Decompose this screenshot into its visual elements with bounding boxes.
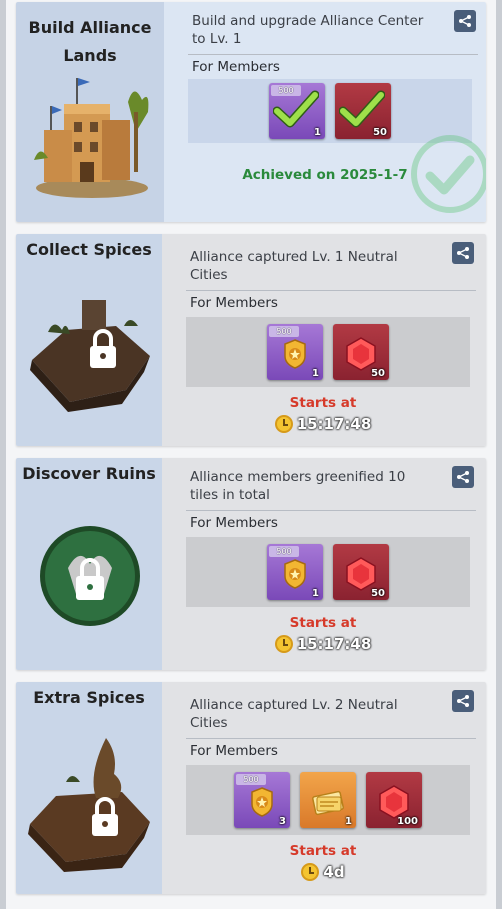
quest-art-panel: Discover Ruins [16, 458, 162, 670]
quest-description: Build and upgrade Alliance Center to Lv.… [192, 13, 424, 47]
timer-value: 4d [323, 863, 345, 881]
rewards-box: 500 1 50 [186, 317, 470, 387]
clock-icon [274, 635, 293, 653]
divider [186, 510, 476, 511]
rewards-box: 500 1 50 [186, 537, 470, 607]
countdown-timer: 4d [170, 863, 476, 881]
divider [186, 290, 476, 291]
quest-title: Collect Spices [26, 240, 152, 259]
share-button[interactable] [454, 10, 476, 32]
quest-card-collect-spices: Collect Spices Alliance captured Lv. 1 N… [16, 234, 486, 446]
share-button[interactable] [452, 242, 474, 264]
reward-item-badge[interactable]: 500 3 [234, 772, 290, 828]
quest-description: Alliance members greenified 10 tiles in … [190, 469, 406, 503]
item-count: 1 [345, 816, 352, 827]
reward-item-ruby[interactable]: 50 [333, 324, 389, 380]
island-ruins-icon [28, 738, 150, 872]
divider [186, 738, 476, 739]
check-icon [273, 90, 319, 128]
reward-item-ruby[interactable]: 100 [366, 772, 422, 828]
members-label: For Members [192, 59, 280, 75]
item-count: 1 [312, 588, 319, 599]
share-button[interactable] [452, 690, 474, 712]
reward-item-badge[interactable]: 500 1 [267, 544, 323, 600]
members-label: For Members [190, 515, 278, 531]
quest-title: Build Alliance Lands [28, 18, 152, 65]
scroll-icon [312, 790, 344, 816]
share-icon [457, 695, 469, 707]
share-icon [457, 471, 469, 483]
item-count: 100 [397, 816, 418, 827]
greenify-icon [40, 526, 140, 626]
reward-item-scroll[interactable]: 1 [300, 772, 356, 828]
quest-title: Discover Ruins [22, 464, 156, 483]
share-icon [457, 247, 469, 259]
quest-art-panel: Extra Spices [16, 682, 162, 894]
check-icon [339, 90, 385, 128]
share-button[interactable] [452, 466, 474, 488]
item-count: 1 [312, 368, 319, 379]
quest-details: Alliance captured Lv. 2 Neutral Cities F… [162, 682, 486, 894]
alliance-building-icon [34, 78, 149, 198]
reward-item-ruby[interactable]: 50 [335, 83, 391, 139]
badge-icon [284, 559, 306, 589]
reward-item-badge[interactable]: 500 1 [267, 324, 323, 380]
divider [188, 54, 478, 55]
item-count: 1 [314, 127, 321, 138]
quest-title: Extra Spices [33, 688, 145, 707]
quest-description: Alliance captured Lv. 2 Neutral Cities [190, 697, 398, 731]
quest-card-discover-ruins: Discover Ruins Alliance members greenifi… [16, 458, 486, 670]
clock-icon [274, 415, 293, 433]
rewards-box: 500 3 1 100 [186, 765, 470, 835]
completed-check-icon [411, 135, 486, 213]
quest-description: Alliance captured Lv. 1 Neutral Cities [190, 249, 398, 283]
quest-art-panel: Collect Spices [16, 234, 162, 446]
item-count: 3 [279, 816, 286, 827]
badge-icon [284, 339, 306, 369]
quest-art-panel: Build Alliance Lands [16, 2, 164, 222]
members-label: For Members [190, 743, 278, 759]
starts-label: Starts at [289, 615, 357, 631]
reward-item-ruby[interactable]: 50 [333, 544, 389, 600]
quest-details: Alliance members greenified 10 tiles in … [162, 458, 486, 670]
clock-icon [301, 863, 320, 881]
timer-value: 15:17:48 [296, 635, 372, 653]
badge-icon [251, 787, 273, 817]
quest-card-build-alliance-lands: Build Alliance Lands Build and upgrade A… [16, 2, 486, 222]
starts-label: Starts at [289, 395, 357, 411]
quest-details: Build and upgrade Alliance Center to Lv.… [164, 2, 486, 222]
island-ruins-icon [30, 300, 150, 412]
quest-card-extra-spices: Extra Spices Alliance captured Lv. 2 Neu… [16, 682, 486, 894]
share-icon [459, 15, 471, 27]
countdown-timer: 15:17:48 [170, 415, 476, 433]
quest-details: Alliance captured Lv. 1 Neutral Cities F… [162, 234, 486, 446]
starts-label: Starts at [289, 843, 357, 859]
item-count: 50 [371, 588, 385, 599]
item-count: 50 [371, 368, 385, 379]
reward-item-badge[interactable]: 500 1 [269, 83, 325, 139]
timer-value: 15:17:48 [296, 415, 372, 433]
countdown-timer: 15:17:48 [170, 635, 476, 653]
members-label: For Members [190, 295, 278, 311]
item-count: 50 [373, 127, 387, 138]
